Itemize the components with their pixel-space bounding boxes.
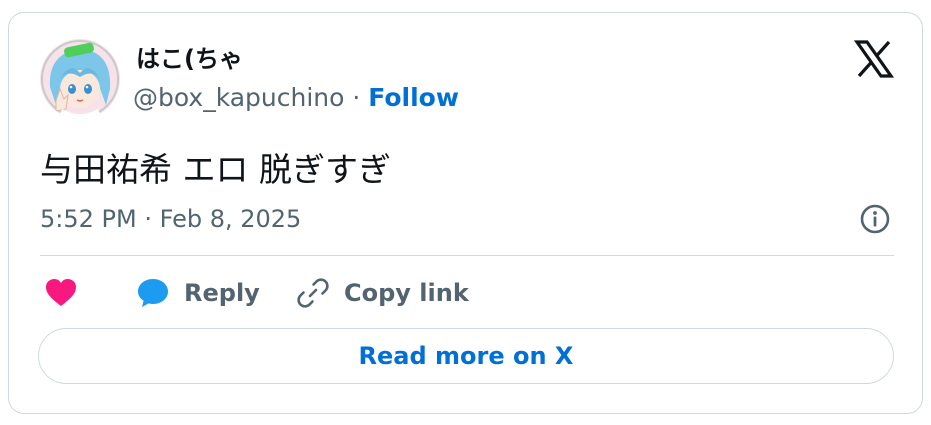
follow-button[interactable]: Follow: [368, 83, 459, 112]
avatar-image: [40, 39, 120, 119]
link-icon: [297, 278, 329, 308]
read-more-button[interactable]: Read more on X: [38, 328, 894, 384]
heart-icon: [46, 279, 76, 306]
info-icon[interactable]: [859, 203, 891, 235]
like-button[interactable]: [44, 275, 78, 311]
speech-bubble-icon: [138, 279, 168, 307]
x-logo-icon[interactable]: [853, 39, 895, 79]
author-display-name[interactable]: はこ(ちゃ: [136, 39, 243, 74]
reply-label: Reply: [184, 279, 260, 307]
copy-link-button[interactable]: Copy link: [296, 275, 469, 311]
reply-button[interactable]: Reply: [136, 275, 260, 311]
meta-separator: ·: [344, 83, 369, 112]
avatar[interactable]: [40, 39, 120, 119]
tweet-card: はこ(ちゃ @box_kapuchino · Follow 与田祐希 エロ 脱ぎ…: [8, 12, 923, 414]
author-handle[interactable]: @box_kapuchino: [133, 83, 344, 112]
tweet-timestamp[interactable]: 5:52 PM · Feb 8, 2025: [40, 205, 301, 233]
copy-link-label: Copy link: [344, 279, 469, 307]
divider: [40, 255, 894, 256]
tweet-text: 与田祐希 エロ 脱ぎすぎ: [40, 150, 391, 189]
author-meta: @box_kapuchino · Follow: [133, 83, 459, 112]
